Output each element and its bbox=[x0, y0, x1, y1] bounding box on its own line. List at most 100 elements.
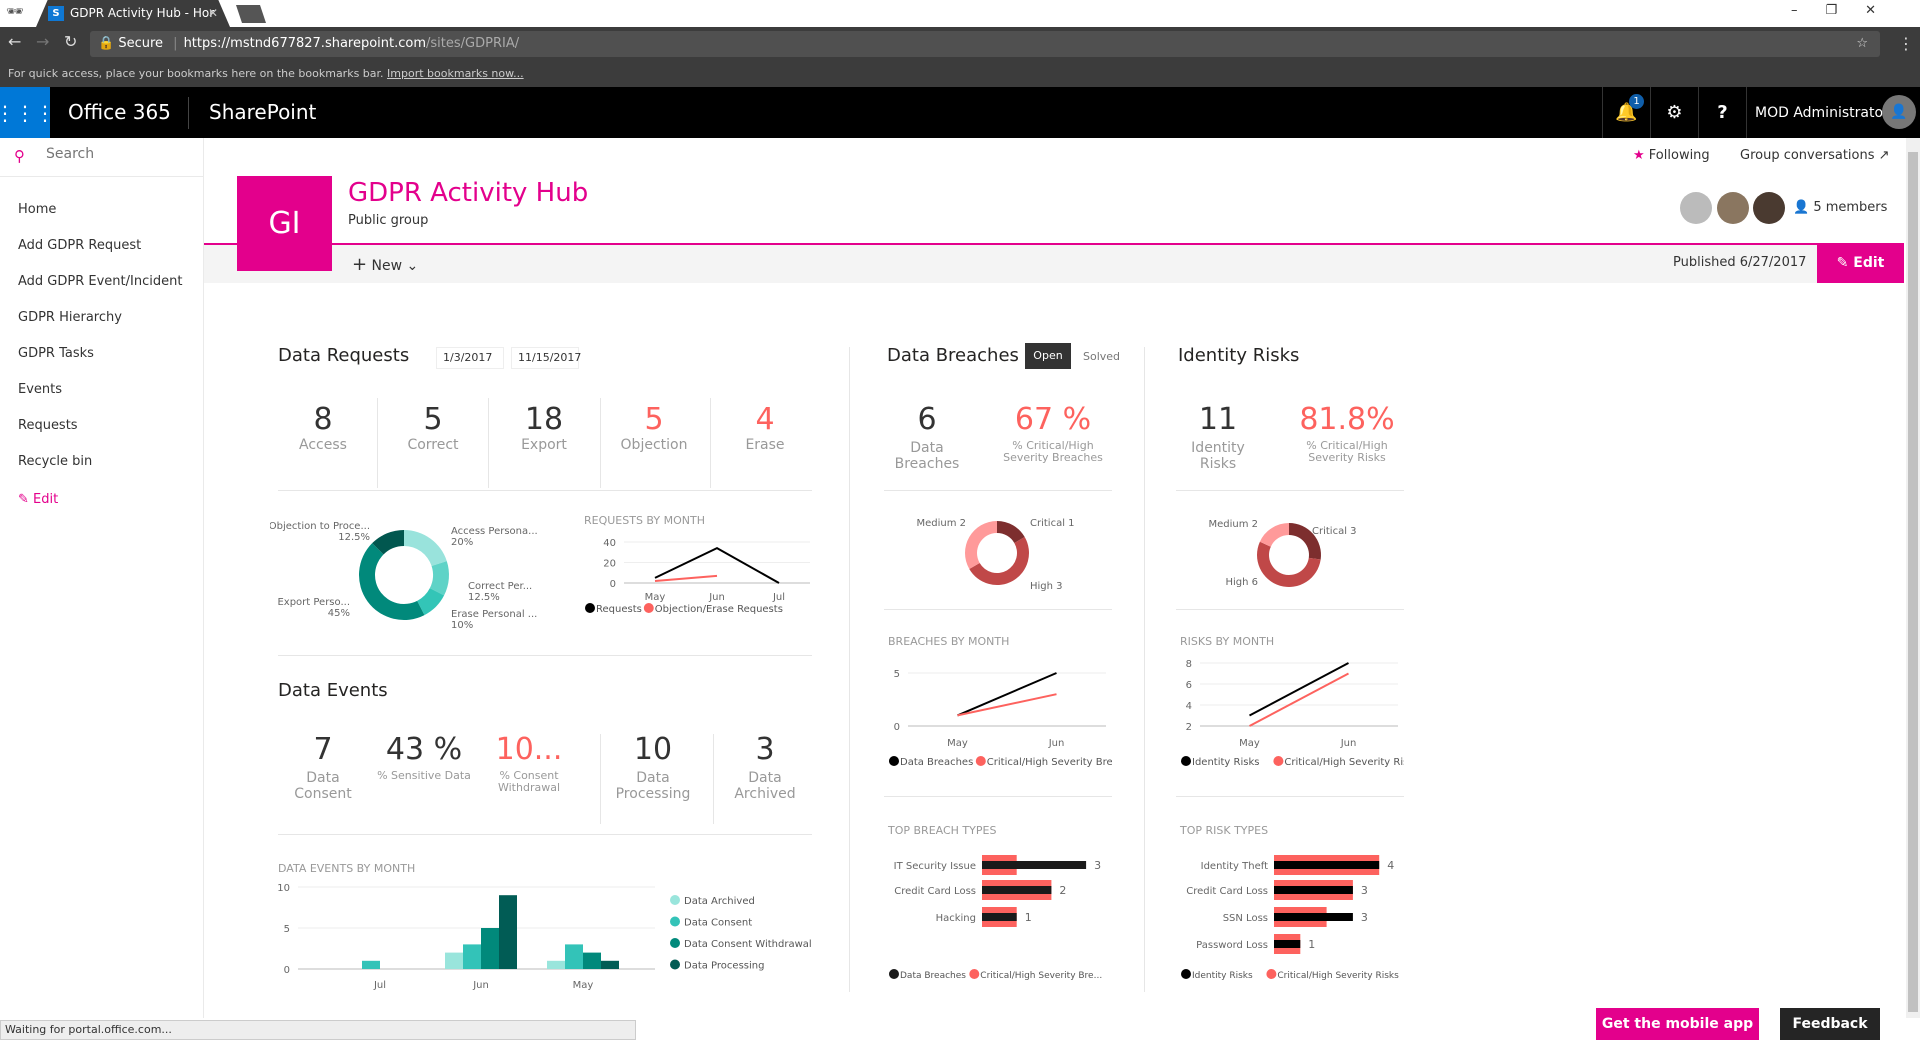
nav-events[interactable]: Events bbox=[18, 382, 62, 397]
y-tick-label: 40 bbox=[603, 538, 616, 549]
member-avatar[interactable] bbox=[1680, 192, 1712, 224]
reload-icon[interactable]: ↻ bbox=[64, 32, 77, 51]
group-conversations-link[interactable]: Group conversations ↗ bbox=[1740, 148, 1890, 163]
requests-donut-chart: Access Persona...20%Correct Per...12.5%E… bbox=[270, 521, 538, 631]
legend-label: Critical/High Severity Risks bbox=[1284, 757, 1404, 768]
search-input[interactable] bbox=[46, 146, 186, 162]
donut-value-label: 20% bbox=[451, 537, 473, 548]
account-button[interactable]: MOD Administrator 👤 bbox=[1746, 87, 1920, 138]
legend-marker bbox=[889, 969, 899, 979]
pencil-icon: ✎ bbox=[1836, 255, 1854, 271]
help-button[interactable]: ? bbox=[1698, 87, 1746, 138]
new-button[interactable]: + New ⌄ bbox=[352, 254, 418, 275]
feedback-button[interactable]: Feedback bbox=[1780, 1008, 1880, 1040]
person-icon: 👤 bbox=[1793, 200, 1810, 215]
search-box[interactable]: ⚲ bbox=[0, 138, 204, 177]
browser-menu-icon[interactable]: ⋮ bbox=[1898, 34, 1914, 53]
conversations-label: Group conversations bbox=[1740, 148, 1875, 163]
donut-label: Critical 3 bbox=[1312, 526, 1357, 537]
bar-may-data-processing bbox=[601, 960, 619, 969]
x-tick-label: Jun bbox=[1340, 738, 1357, 749]
edit-page-button[interactable]: ✎ Edit bbox=[1817, 243, 1904, 283]
nav-add-gdpr-request[interactable]: Add GDPR Request bbox=[18, 238, 141, 253]
lock-icon: 🔒 bbox=[98, 36, 115, 51]
y-tick-label: 0 bbox=[284, 965, 290, 976]
open-toggle[interactable]: Open bbox=[1025, 343, 1071, 369]
secure-label: Secure bbox=[118, 36, 164, 51]
external-link-icon: ↗ bbox=[1878, 148, 1890, 163]
legend-label: Critical/High Severity Bre... bbox=[987, 757, 1112, 768]
donut-label: Medium 2 bbox=[916, 518, 966, 529]
divider bbox=[710, 398, 711, 488]
data-breaches-title: Data Breaches bbox=[887, 345, 1019, 366]
bookmarks-hint: For quick access, place your bookmarks h… bbox=[8, 67, 384, 80]
site-logo[interactable]: GI bbox=[237, 176, 332, 271]
get-mobile-app-button[interactable]: Get the mobile app bbox=[1596, 1008, 1759, 1040]
date-to-input[interactable]: 11/15/2017 bbox=[511, 347, 581, 369]
window-controls[interactable]: –❐✕ bbox=[1791, 3, 1904, 18]
member-avatar[interactable] bbox=[1753, 192, 1785, 224]
nav-recycle-bin[interactable]: Recycle bin bbox=[18, 454, 92, 469]
category-label: Identity Theft bbox=[1201, 861, 1268, 872]
breaches-by-month-chart: BREACHES BY MONTH 0 5 May Jun Data Breaches Cr… bbox=[888, 635, 1112, 768]
site-title[interactable]: GDPR Activity Hub bbox=[348, 178, 588, 208]
left-navigation: ⚲ Home Add GDPR Request Add GDPR Event/I… bbox=[0, 138, 204, 1018]
x-tick-label: Jun bbox=[708, 592, 725, 603]
bookmarks-bar: For quick access, place your bookmarks h… bbox=[0, 60, 1920, 87]
nav-add-gdpr-event[interactable]: Add GDPR Event/Incident bbox=[18, 274, 182, 289]
chart-title: BREACHES BY MONTH bbox=[888, 635, 1009, 648]
kpi-label: Identity Risks bbox=[1191, 440, 1245, 472]
notifications-button[interactable]: 🔔 1 bbox=[1602, 87, 1650, 138]
donut-value-label: 12.5% bbox=[338, 532, 370, 543]
chart-title: TOP RISK TYPES bbox=[1179, 824, 1268, 837]
series-line-critical-high-severity-risks bbox=[1249, 672, 1349, 727]
legend-label: Critical/High Severity Bre... bbox=[980, 971, 1102, 981]
legend-label: Objection/Erase Requests bbox=[655, 604, 783, 615]
donut-label: Erase Personal ... bbox=[451, 609, 537, 620]
nav-gdpr-tasks[interactable]: GDPR Tasks bbox=[18, 346, 94, 361]
kpi-value: 3 bbox=[755, 732, 775, 767]
y-tick-label: 5 bbox=[894, 669, 900, 680]
browser-tab-bar: 🕶 GDPR Activity Hub - Hor ✕ S –❐✕ bbox=[0, 0, 1920, 27]
import-bookmarks-link[interactable]: Import bookmarks now... bbox=[387, 67, 524, 80]
date-from-input[interactable]: 1/3/2017 bbox=[436, 347, 504, 369]
browser-tab[interactable]: GDPR Activity Hub - Hor ✕ bbox=[36, 0, 230, 27]
legend-label: Data Archived bbox=[684, 896, 755, 907]
top-risk-types-chart: TOP RISK TYPES Identity Theft 4 Credit Card… bbox=[1179, 824, 1399, 981]
bar-jul-data-consent bbox=[362, 960, 380, 969]
bookmark-star-icon[interactable]: ☆ bbox=[1856, 31, 1868, 57]
bar-total bbox=[1274, 861, 1380, 869]
nav-gdpr-hierarchy[interactable]: GDPR Hierarchy bbox=[18, 310, 122, 325]
solved-toggle[interactable]: Solved bbox=[1083, 350, 1120, 363]
nav-requests[interactable]: Requests bbox=[18, 418, 78, 433]
kpi-value: 5 bbox=[644, 402, 664, 437]
scrollbar[interactable] bbox=[1906, 138, 1920, 1018]
x-tick-label: Jun bbox=[472, 980, 489, 991]
close-tab-icon[interactable]: ✕ bbox=[208, 0, 218, 27]
nav-edit-link[interactable]: ✎ Edit bbox=[18, 492, 58, 507]
office365-link[interactable]: Office 365 bbox=[68, 100, 171, 124]
url-input[interactable]: 🔒 Secure | https://mstnd677827.sharepoint… bbox=[90, 31, 1880, 57]
forward-icon[interactable]: → bbox=[36, 32, 49, 51]
user-avatar-icon: 👤 bbox=[1882, 95, 1916, 129]
app-launcher-icon[interactable]: ⋮⋮⋮ bbox=[0, 87, 55, 138]
follow-button[interactable]: ★ Following bbox=[1633, 148, 1710, 163]
bar-total bbox=[1274, 913, 1353, 921]
member-avatar[interactable] bbox=[1717, 192, 1749, 224]
new-tab-button[interactable] bbox=[236, 5, 266, 23]
members-link[interactable]: 👤 5 members bbox=[1793, 200, 1887, 215]
bar-total bbox=[1274, 886, 1353, 894]
sharepoint-link[interactable]: SharePoint bbox=[209, 100, 316, 124]
settings-button[interactable]: ⚙ bbox=[1650, 87, 1698, 138]
y-tick-label: 10 bbox=[277, 883, 290, 894]
kpi-label: Correct bbox=[407, 437, 459, 453]
kpi-value: 43 % bbox=[385, 732, 463, 767]
nav-home[interactable]: Home bbox=[18, 202, 56, 217]
data-label: 3 bbox=[1361, 884, 1368, 897]
x-tick-label: May bbox=[573, 980, 594, 991]
legend-label: Data Processing bbox=[684, 961, 764, 972]
back-icon[interactable]: ← bbox=[8, 32, 21, 51]
incognito-icon: 🕶 bbox=[6, 4, 24, 20]
category-label: IT Security Issue bbox=[894, 861, 976, 872]
legend-marker bbox=[1273, 756, 1284, 766]
